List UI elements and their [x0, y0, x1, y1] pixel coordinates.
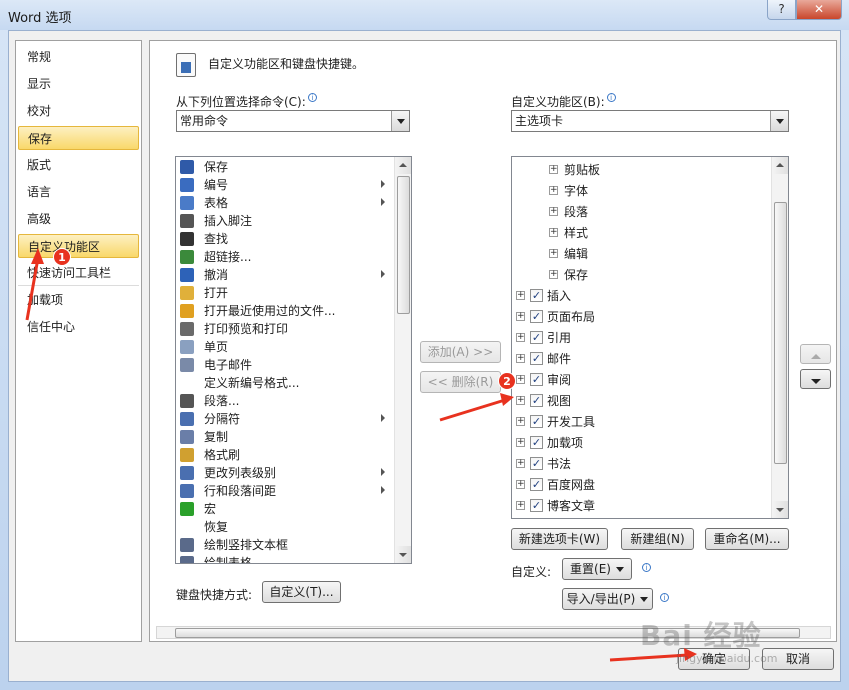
annotation-overlay	[25, 248, 697, 662]
annotation-arrow-1	[25, 248, 44, 321]
watermark-logo: Bai 经验	[640, 619, 762, 652]
watermark-url: jingyan.baidu.com	[676, 652, 778, 665]
annotation-badge-1: 1	[53, 248, 71, 266]
annotation-badge-2: 2	[498, 372, 516, 390]
word-options-window: Word 选项 ? ✕ 常规 显示 校对 保存 版式 语言 高级 自定义功能区 快速访问工具栏加…	[0, 0, 849, 690]
annotation-arrow-2	[439, 393, 514, 422]
